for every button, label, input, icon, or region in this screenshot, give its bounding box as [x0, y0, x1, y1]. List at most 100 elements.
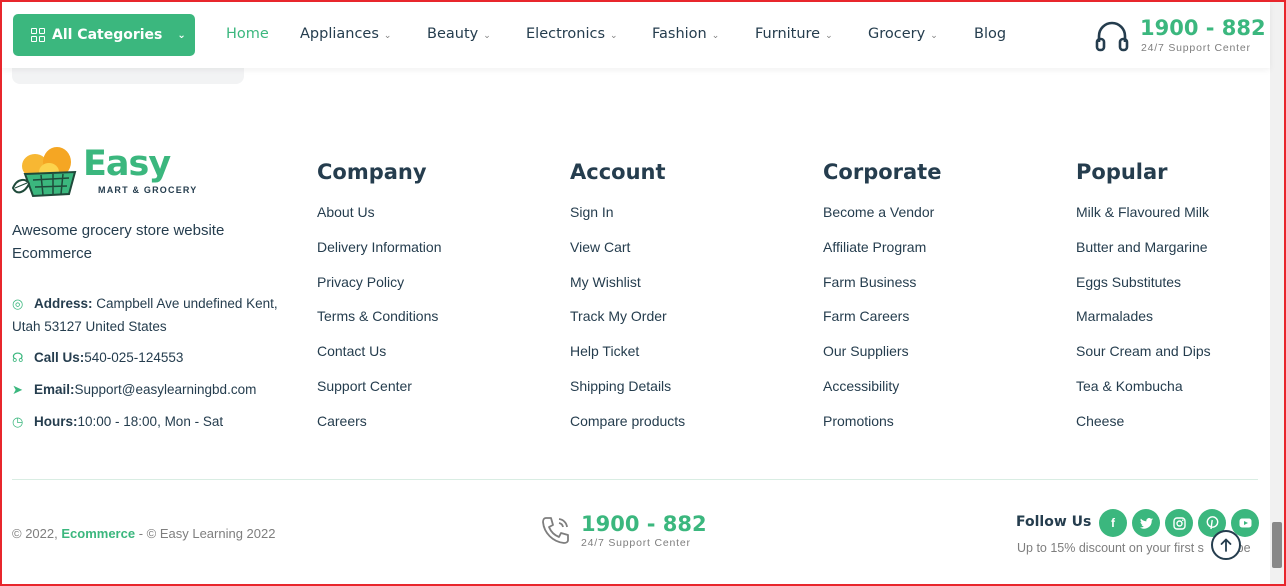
footer-link[interactable]: Farm Business [823, 274, 941, 309]
clock-icon: ◷ [12, 414, 24, 429]
footer-link[interactable]: Accessibility [823, 378, 941, 413]
nav-home[interactable]: Home [226, 26, 269, 42]
footer-link[interactable]: Careers [317, 413, 442, 448]
footer-link[interactable]: Tea & Kombucha [1076, 378, 1211, 413]
footer-support-label: 24/7 Support Center [581, 537, 691, 549]
content-edge [12, 66, 244, 84]
footer-link[interactable]: My Wishlist [570, 274, 685, 309]
nav-fashion[interactable]: Fashion ⌄ [652, 26, 719, 42]
footer-link[interactable]: Farm Careers [823, 308, 941, 343]
scroll-to-top-button[interactable] [1211, 530, 1241, 560]
footer-link[interactable]: View Cart [570, 239, 685, 274]
footer-column-company: Company About Us Delivery Information Pr… [317, 160, 442, 448]
scrollbar-thumb[interactable] [1272, 522, 1282, 568]
footer-link[interactable]: Become a Vendor [823, 204, 941, 239]
chevron-down-icon: ⌄ [383, 31, 392, 41]
nav-electronics-label: Electronics [526, 26, 606, 42]
page-scrollbar[interactable] [1270, 2, 1284, 584]
all-categories-label: All Categories [52, 27, 163, 43]
chevron-down-icon: ⌄ [930, 31, 938, 41]
follow-us-label: Follow Us [1016, 514, 1092, 530]
all-categories-button[interactable]: All Categories ⌄ [13, 14, 195, 56]
nav-blog[interactable]: Blog [974, 26, 1006, 42]
header-support-number: 1900 - 882 [1140, 16, 1266, 40]
logo-tagline: MART & GROCERY [98, 185, 198, 195]
nav-grocery-label: Grocery [868, 26, 926, 42]
footer-divider [12, 479, 1258, 480]
contact-hours: ◷ Hours:10:00 - 18:00, Mon - Sat [12, 410, 223, 433]
instagram-icon[interactable] [1165, 509, 1193, 537]
twitter-icon[interactable] [1132, 509, 1160, 537]
footer-link[interactable]: Our Suppliers [823, 343, 941, 378]
facebook-icon[interactable]: f [1099, 509, 1127, 537]
call-label: Call Us: [34, 350, 85, 365]
chevron-down-icon: ⌄ [483, 31, 491, 41]
headset-icon: ☊ [12, 350, 24, 365]
nav-electronics[interactable]: Electronics ⌄ [526, 26, 618, 42]
nav-home-label: Home [226, 26, 269, 42]
copyright-brand-link[interactable]: Ecommerce [61, 526, 135, 541]
chevron-down-icon: ⌄ [610, 31, 618, 41]
footer-column-corporate: Corporate Become a Vendor Affiliate Prog… [823, 160, 941, 448]
footer-link[interactable]: Compare products [570, 413, 685, 448]
footer-link[interactable]: Track My Order [570, 308, 685, 343]
discount-text-start: Up to 15% discount on your first s [1017, 541, 1204, 555]
footer-link[interactable]: About Us [317, 204, 442, 239]
footer-link[interactable]: Delivery Information [317, 239, 442, 274]
call-value: 540-025-124553 [84, 350, 184, 365]
footer-link[interactable]: Terms & Conditions [317, 308, 442, 343]
footer-link[interactable]: Affiliate Program [823, 239, 941, 274]
footer-link[interactable]: Support Center [317, 378, 442, 413]
footer-column-account: Account Sign In View Cart My Wishlist Tr… [570, 160, 685, 448]
copyright-prefix: © 2022, [12, 526, 58, 541]
main-navigation: All Categories ⌄ Home Appliances ⌄ Beauty… [2, 2, 1270, 68]
nav-grocery[interactable]: Grocery ⌄ [868, 26, 938, 42]
footer-column-popular: Popular Milk & Flavoured Milk Butter and… [1076, 160, 1211, 448]
email-value: Support@easylearningbd.com [74, 382, 257, 397]
column-title: Company [317, 160, 427, 184]
contact-address: ◎ Address: Campbell Ave undefined Kent, U… [12, 292, 294, 338]
nav-appliances-label: Appliances [300, 26, 379, 42]
nav-beauty-label: Beauty [427, 26, 479, 42]
address-label: Address: [34, 296, 93, 311]
location-pin-icon: ◎ [12, 296, 24, 311]
grocery-basket-icon [11, 147, 77, 198]
footer-link[interactable]: Marmalades [1076, 308, 1211, 343]
footer-link[interactable]: Milk & Flavoured Milk [1076, 204, 1211, 239]
footer-link[interactable]: Sour Cream and Dips [1076, 343, 1211, 378]
footer-link[interactable]: Sign In [570, 204, 685, 239]
column-title: Account [570, 160, 666, 184]
column-title: Popular [1076, 160, 1168, 184]
footer-link[interactable]: Butter and Margarine [1076, 239, 1211, 274]
footer-link[interactable]: Help Ticket [570, 343, 685, 378]
hours-value: 10:00 - 18:00, Mon - Sat [77, 414, 224, 429]
footer-support-number: 1900 - 882 [581, 512, 707, 536]
chevron-down-icon: ⌄ [177, 29, 186, 41]
footer-link[interactable]: Eggs Substitutes [1076, 274, 1211, 309]
email-label: Email: [34, 382, 75, 397]
footer-link[interactable]: Cheese [1076, 413, 1211, 448]
nav-furniture-label: Furniture [755, 26, 821, 42]
phone-call-icon [542, 517, 569, 544]
footer-link[interactable]: Contact Us [317, 343, 442, 378]
logo-name: Easy [83, 144, 171, 184]
footer-link[interactable]: Privacy Policy [317, 274, 442, 309]
nav-beauty[interactable]: Beauty ⌄ [427, 26, 491, 42]
nav-appliances[interactable]: Appliances ⌄ [300, 26, 391, 42]
hours-label: Hours: [34, 414, 78, 429]
header-support-label: 24/7 Support Center [1141, 42, 1251, 54]
nav-blog-label: Blog [974, 26, 1007, 42]
contact-email: ➤ Email:Support@easylearningbd.com [12, 378, 256, 401]
chevron-down-icon: ⌄ [825, 31, 833, 41]
nav-furniture[interactable]: Furniture ⌄ [755, 26, 833, 42]
footer-link[interactable]: Shipping Details [570, 378, 685, 413]
grid-icon [31, 28, 45, 42]
headset-icon [1095, 21, 1129, 52]
copyright: © 2022, Ecommerce - © Easy Learning 2022 [12, 526, 275, 541]
contact-phone: ☊ Call Us:540-025-124553 [12, 346, 183, 369]
copyright-suffix: - © Easy Learning 2022 [138, 526, 276, 541]
column-title: Corporate [823, 160, 942, 184]
nav-fashion-label: Fashion [652, 26, 707, 42]
footer-link[interactable]: Promotions [823, 413, 941, 448]
chevron-down-icon: ⌄ [711, 31, 720, 41]
